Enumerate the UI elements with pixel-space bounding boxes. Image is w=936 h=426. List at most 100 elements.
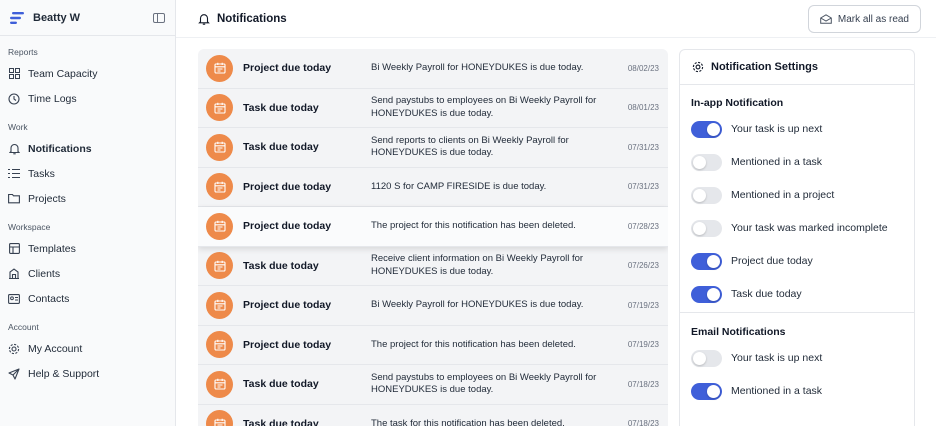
sidebar-item-label: Templates: [28, 242, 76, 255]
notification-settings-panel: Notification Settings In-app Notificatio…: [679, 49, 915, 426]
gear-icon: [692, 61, 704, 73]
notification-message: Send reports to clients on Bi Weekly Pay…: [371, 134, 569, 159]
sidebar-item-tasks[interactable]: Tasks: [0, 161, 175, 186]
notification-date: 07/31/23: [627, 142, 659, 152]
notification-row[interactable]: Project due today Bi Weekly Payroll for H…: [198, 49, 668, 89]
toggle-switch[interactable]: [691, 286, 722, 303]
toggle-switch[interactable]: [691, 154, 722, 171]
notification-row[interactable]: Project due today The project for this no…: [198, 326, 668, 365]
notification-message: Send paystubs to employees on Bi Weekly …: [371, 95, 597, 119]
setting-label: Task due today: [731, 288, 802, 300]
toggle-switch[interactable]: [691, 253, 722, 270]
sidebar-item-label: Notifications: [28, 142, 92, 155]
settings-header: Notification Settings: [680, 50, 914, 85]
toggle-switch[interactable]: [691, 220, 722, 237]
template-icon: [8, 243, 20, 255]
sidebar-item-team-capacity[interactable]: Team Capacity: [0, 61, 175, 86]
sidebar-item-help-support[interactable]: Help & Support: [0, 361, 175, 386]
calendar-icon: [206, 54, 233, 82]
notification-row[interactable]: Task due today Receive client information…: [198, 247, 668, 286]
notification-type: Project due today: [243, 180, 332, 193]
sidebar-item-label: Team Capacity: [28, 67, 98, 80]
notification-message: Receive client information on Bi Weekly …: [371, 253, 584, 277]
toggle-switch[interactable]: [691, 121, 722, 138]
setting-label: Project due today: [731, 255, 813, 267]
calendar-icon: [206, 212, 233, 240]
calendar-icon: [206, 252, 233, 280]
notification-row[interactable]: Task due today Send paystubs to employees…: [198, 365, 668, 405]
sidebar-item-time-logs[interactable]: Time Logs: [0, 86, 175, 111]
setting-option: Mentioned in a project: [680, 187, 914, 204]
divider: [680, 312, 914, 313]
settings-title: Notification Settings: [711, 61, 818, 73]
page-title: Notifications: [217, 12, 287, 25]
setting-option: Your task is up next: [680, 350, 914, 367]
calendar-icon: [206, 133, 233, 161]
sidebar-item-clients[interactable]: Clients: [0, 261, 175, 286]
bell-icon: [198, 13, 210, 25]
setting-label: Mentioned in a task: [731, 156, 823, 168]
calendar-icon: [206, 173, 233, 201]
notification-message: Bi Weekly Payroll for HONEYDUKES is due …: [371, 299, 584, 310]
user-name[interactable]: Beatty W: [33, 12, 153, 24]
notification-row[interactable]: Project due today The project for this no…: [198, 207, 668, 247]
notification-date: 07/26/23: [627, 261, 659, 271]
toggle-switch[interactable]: [691, 187, 722, 204]
notification-date: 07/31/23: [627, 182, 659, 192]
sidebar-item-projects[interactable]: Projects: [0, 186, 175, 211]
setting-option: Your task was marked incomplete: [680, 220, 914, 237]
in-app-options: Your task is up next Mentioned in a task M…: [680, 121, 914, 303]
mark-all-read-button[interactable]: Mark all as read: [807, 5, 921, 33]
setting-option: Mentioned in a task: [680, 154, 914, 171]
bell-icon: [8, 143, 20, 155]
notification-message: Send paystubs to employees on Bi Weekly …: [371, 371, 597, 396]
notification-list: Project due today Bi Weekly Payroll for H…: [198, 49, 668, 426]
calendar-icon: [206, 370, 233, 398]
sidebar: Beatty W Reports Team Capacity Time Logs…: [0, 0, 176, 426]
notification-row[interactable]: Task due today The task for this notifica…: [198, 405, 668, 426]
folder-icon: [8, 193, 20, 205]
section-account: Account: [8, 322, 39, 332]
collapse-sidebar-icon[interactable]: [153, 12, 165, 23]
notification-date: 07/18/23: [627, 419, 659, 426]
email-options: Your task is up next Mentioned in a task: [680, 350, 914, 400]
email-title: Email Notifications: [691, 326, 786, 338]
setting-option: Your task is up next: [680, 121, 914, 138]
notification-date: 08/01/23: [627, 103, 659, 113]
toggle-switch[interactable]: [691, 350, 722, 367]
sidebar-item-notifications[interactable]: Notifications: [0, 136, 175, 161]
setting-label: Your task was marked incomplete: [731, 222, 888, 234]
notification-date: 07/19/23: [627, 300, 659, 310]
setting-option: Project due today: [680, 253, 914, 270]
notification-row[interactable]: Project due today 1120 S for CAMP FIRESID…: [198, 168, 668, 207]
toggle-switch[interactable]: [691, 383, 722, 400]
notification-date: 07/19/23: [627, 340, 659, 350]
calendar-icon: [206, 410, 233, 426]
gear-icon: [8, 343, 20, 355]
grid-icon: [8, 68, 20, 80]
sidebar-item-my-account[interactable]: My Account: [0, 336, 175, 361]
notification-row[interactable]: Task due today Send paystubs to employees…: [198, 89, 668, 128]
list-icon: [8, 168, 20, 180]
sidebar-item-label: Help & Support: [28, 367, 100, 380]
notification-row[interactable]: Task due today Send reports to clients on…: [198, 128, 668, 168]
section-work: Work: [8, 122, 28, 132]
calendar-icon: [206, 331, 233, 359]
sidebar-item-templates[interactable]: Templates: [0, 236, 175, 261]
sidebar-item-contacts[interactable]: Contacts: [0, 286, 175, 311]
calendar-icon: [206, 94, 233, 122]
notification-row[interactable]: Project due today Bi Weekly Payroll for H…: [198, 286, 668, 326]
send-icon: [8, 367, 20, 380]
logo-icon: [10, 11, 24, 24]
notification-message: The project for this notification has be…: [371, 338, 576, 350]
clock-icon: [8, 92, 20, 105]
setting-option: Task due today: [680, 286, 914, 303]
setting-label: Your task is up next: [731, 352, 823, 364]
notification-message: The task for this notification has been …: [371, 417, 565, 426]
sidebar-item-label: Time Logs: [28, 92, 77, 105]
sidebar-item-label: Clients: [28, 267, 61, 280]
notification-message: Bi Weekly Payroll for HONEYDUKES is due …: [371, 62, 584, 73]
sidebar-item-label: Contacts: [28, 292, 70, 305]
in-app-title: In-app Notification: [691, 97, 784, 109]
page-header: Notifications Mark all as read: [176, 0, 936, 38]
